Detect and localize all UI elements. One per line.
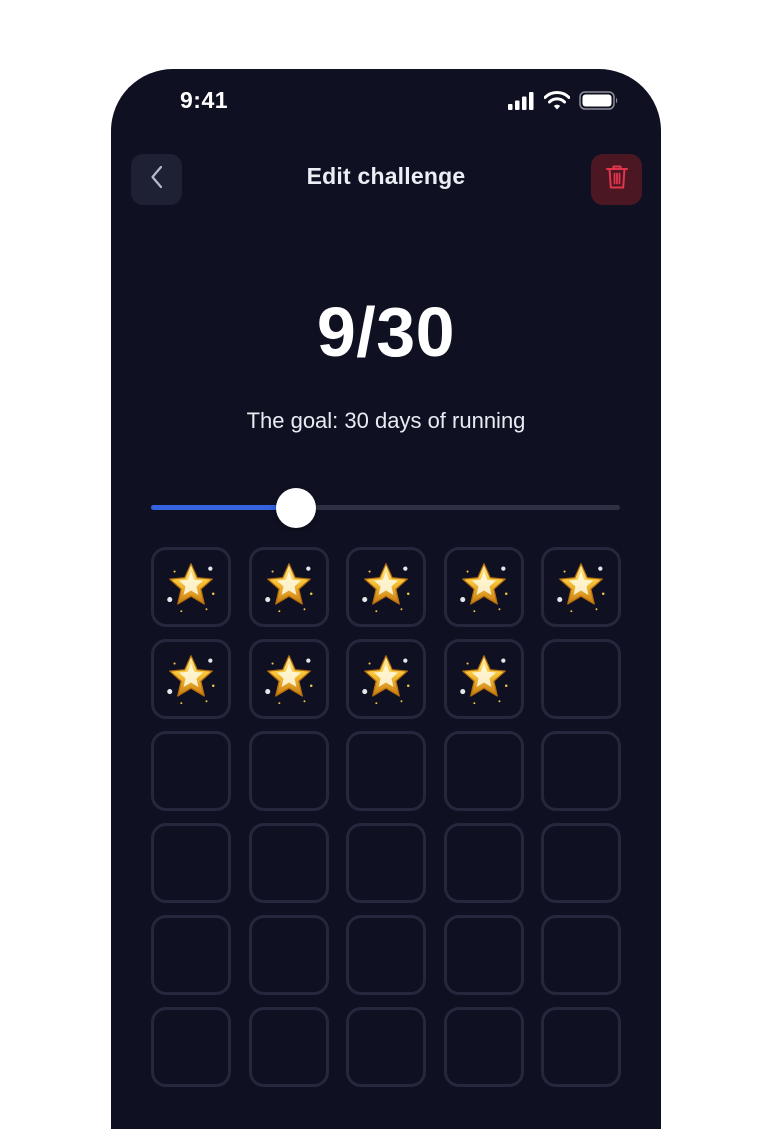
star-icon <box>260 558 318 616</box>
cellular-signal-icon <box>508 91 535 115</box>
day-cell[interactable] <box>248 547 329 627</box>
star-icon <box>162 558 220 616</box>
star-icon <box>260 650 318 708</box>
day-cell[interactable] <box>443 915 524 995</box>
day-cell[interactable] <box>443 823 524 903</box>
day-cell[interactable] <box>443 731 524 811</box>
star-icon <box>455 558 513 616</box>
day-cell[interactable] <box>346 823 426 903</box>
status-bar: 9:41 <box>111 69 661 133</box>
trash-icon <box>605 164 629 195</box>
day-cell[interactable] <box>151 823 231 903</box>
day-cell[interactable] <box>541 639 621 719</box>
day-cell[interactable] <box>248 823 329 903</box>
page-title: Edit challenge <box>306 163 466 189</box>
day-cell[interactable] <box>346 915 426 995</box>
progress-counter: 9/30 <box>316 293 456 371</box>
day-cell[interactable] <box>443 547 524 627</box>
star-icon <box>357 558 415 616</box>
day-cell[interactable] <box>346 639 426 719</box>
slider-fill <box>151 505 297 510</box>
day-cell[interactable] <box>151 1007 231 1087</box>
day-cell[interactable] <box>151 731 231 811</box>
star-icon <box>552 558 610 616</box>
status-icons <box>508 91 619 115</box>
day-cell[interactable] <box>541 823 621 903</box>
day-cell[interactable] <box>248 731 329 811</box>
day-cell[interactable] <box>248 915 329 995</box>
status-time: 9:41 <box>180 87 229 113</box>
star-icon <box>357 650 415 708</box>
day-cell[interactable] <box>151 639 231 719</box>
day-cell[interactable] <box>541 1007 621 1087</box>
battery-icon <box>579 91 619 115</box>
day-cell[interactable] <box>346 731 426 811</box>
day-cell[interactable] <box>541 915 621 995</box>
day-cell[interactable] <box>541 731 621 811</box>
day-cell[interactable] <box>346 1007 426 1087</box>
progress-slider[interactable] <box>151 487 620 529</box>
day-cell[interactable] <box>443 639 524 719</box>
day-cell[interactable] <box>248 639 329 719</box>
day-cell[interactable] <box>346 547 426 627</box>
day-cell[interactable] <box>151 547 231 627</box>
day-grid <box>151 547 621 1087</box>
goal-description: The goal: 30 days of running <box>246 408 526 433</box>
day-cell[interactable] <box>443 1007 524 1087</box>
day-cell[interactable] <box>151 915 231 995</box>
day-cell[interactable] <box>541 547 621 627</box>
delete-challenge-button[interactable] <box>591 154 642 205</box>
star-icon <box>455 650 513 708</box>
star-icon <box>162 650 220 708</box>
phone-screen: 9:41 Edit challenge 9/30 The goal: 30 da… <box>111 69 661 1129</box>
slider-thumb[interactable] <box>276 488 317 528</box>
wifi-icon <box>543 91 571 115</box>
day-cell[interactable] <box>248 1007 329 1087</box>
